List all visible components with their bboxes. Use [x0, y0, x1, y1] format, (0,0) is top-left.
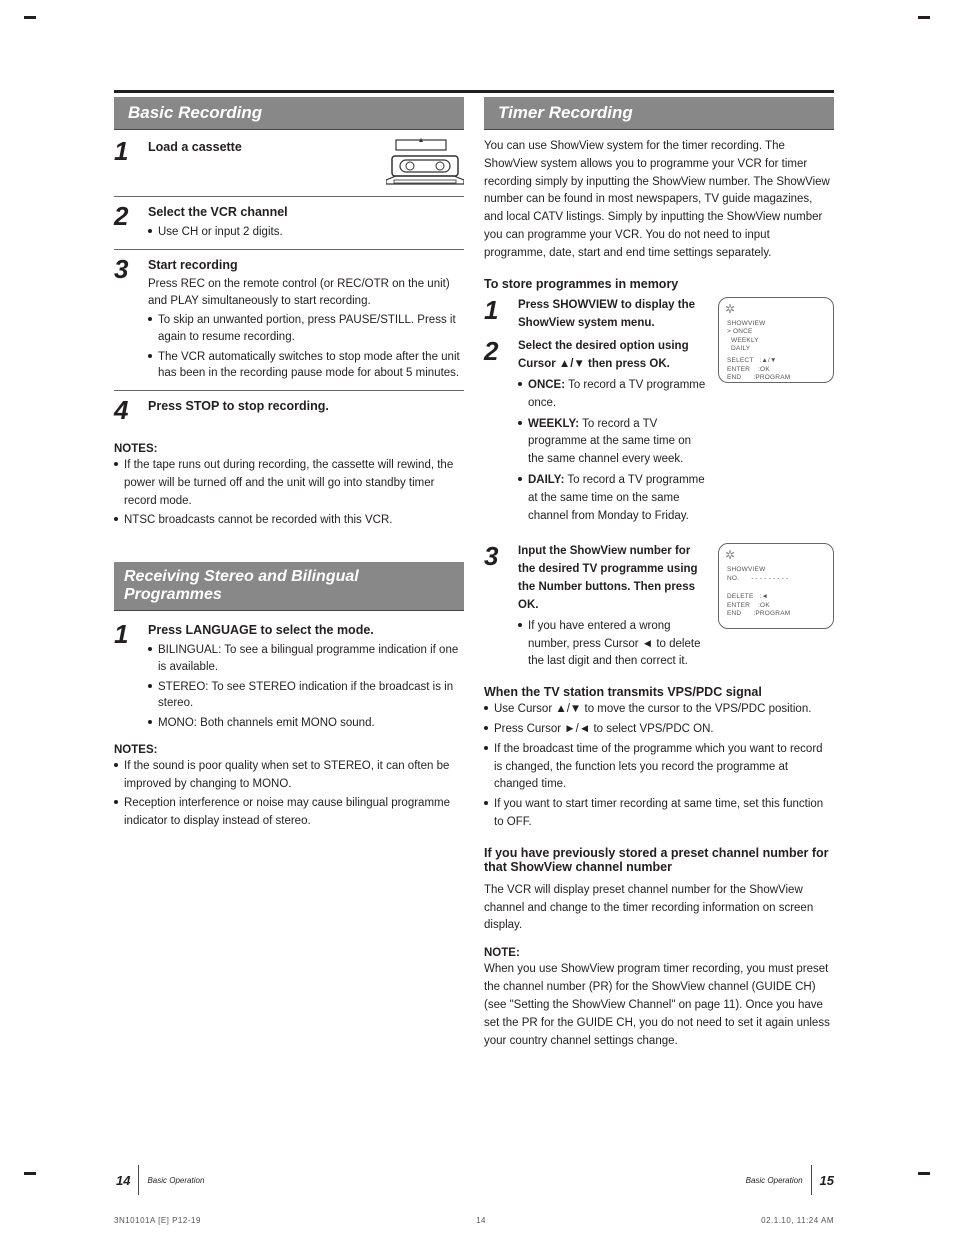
- page-number-left: 14 Basic Operation: [116, 1165, 204, 1195]
- top-rule: [114, 90, 834, 93]
- step-number: 1: [114, 621, 140, 731]
- sun-icon: ✲: [725, 302, 735, 318]
- step-number: 1: [484, 297, 510, 333]
- prev-body: The VCR will display preset channel numb…: [484, 882, 834, 935]
- section-timer-recording: Timer Recording: [484, 97, 834, 130]
- step1-text: Load a cassette: [148, 140, 242, 154]
- step2-bullet: Use CH or input 2 digits.: [158, 224, 283, 241]
- timer-intro: You can use ShowView system for the time…: [484, 138, 834, 263]
- step-number: 1: [114, 138, 140, 164]
- page-number-right: Basic Operation 15: [746, 1165, 834, 1195]
- note2-1: If the sound is poor quality when set to…: [124, 758, 464, 794]
- notes-heading2: NOTES:: [114, 744, 464, 756]
- vps3: If the broadcast time of the programme w…: [494, 741, 834, 794]
- vps1: Use Cursor ▲/▼ to move the cursor to the…: [494, 701, 811, 719]
- section-stereo-bilingual: Receiving Stereo and Bilingual Programme…: [114, 562, 464, 611]
- tr-step2: Select the desired option using Cursor ▲…: [518, 340, 689, 370]
- crop-mark: [918, 1172, 930, 1175]
- note2: NTSC broadcasts cannot be recorded with …: [124, 512, 392, 530]
- step3-b2: The VCR automatically switches to stop m…: [158, 349, 464, 382]
- sun-icon: ✲: [725, 548, 735, 564]
- step3-lead: Start recording: [148, 256, 464, 274]
- opt-mono: MONO: Both channels emit MONO sound.: [158, 715, 375, 732]
- h-store: To store programmes in memory: [484, 277, 834, 291]
- opt-stereo: STEREO: To see STEREO indication if the …: [158, 679, 464, 712]
- osd-box-1: ✲ SHOWVIEW > ONCE WEEKLY DAILY SELECT :▲…: [718, 297, 834, 383]
- step4-lead: Press STOP to stop recording.: [148, 397, 464, 415]
- note-body: When you use ShowView program timer reco…: [484, 961, 834, 1050]
- step3-b1: To skip an unwanted portion, press PAUSE…: [158, 312, 464, 345]
- h-vps: When the TV station transmits VPS/PDC si…: [484, 685, 834, 699]
- step-number: 2: [114, 203, 140, 229]
- crop-mark: [24, 16, 36, 19]
- note-heading: NOTE:: [484, 947, 834, 959]
- vps2: Press Cursor ►/◄ to select VPS/PDC ON.: [494, 721, 714, 739]
- section-basic-recording: Basic Recording: [114, 97, 464, 130]
- plain1: Press LANGUAGE to select the mode.: [148, 621, 464, 639]
- note1: If the tape runs out during recording, t…: [124, 457, 464, 510]
- notes-heading: NOTES:: [114, 443, 464, 455]
- note2-2: Reception interference or noise may caus…: [124, 795, 464, 831]
- step2-lead: Select the VCR channel: [148, 203, 464, 221]
- h-prev: If you have previously stored a preset c…: [484, 846, 834, 874]
- tr-step3b: If you have entered a wrong number, pres…: [528, 618, 708, 671]
- step3-line1: Press REC on the remote control (or REC/…: [148, 276, 464, 309]
- opt-bilingual: BILINGUAL: To see a bilingual programme …: [158, 642, 464, 675]
- osd-box-2: ✲ SHOWVIEW NO. - - - - - - - - - DELETE …: [718, 543, 834, 629]
- crop-mark: [918, 16, 930, 19]
- vps4: If you want to start timer recording at …: [494, 796, 834, 832]
- footer-metadata: 3N10101A [E] P12-19 14 02.1.10, 11:24 AM: [114, 1216, 834, 1225]
- step-number: 3: [484, 543, 510, 671]
- cassette-icon: [386, 138, 464, 188]
- crop-mark: [24, 1172, 36, 1175]
- step-number: 2: [484, 338, 510, 525]
- tr-step1: Press SHOWVIEW to display the ShowView s…: [518, 299, 695, 329]
- tr-step3a: Input the ShowView number for the desire…: [518, 545, 698, 610]
- step-number: 4: [114, 397, 140, 423]
- step-number: 3: [114, 256, 140, 282]
